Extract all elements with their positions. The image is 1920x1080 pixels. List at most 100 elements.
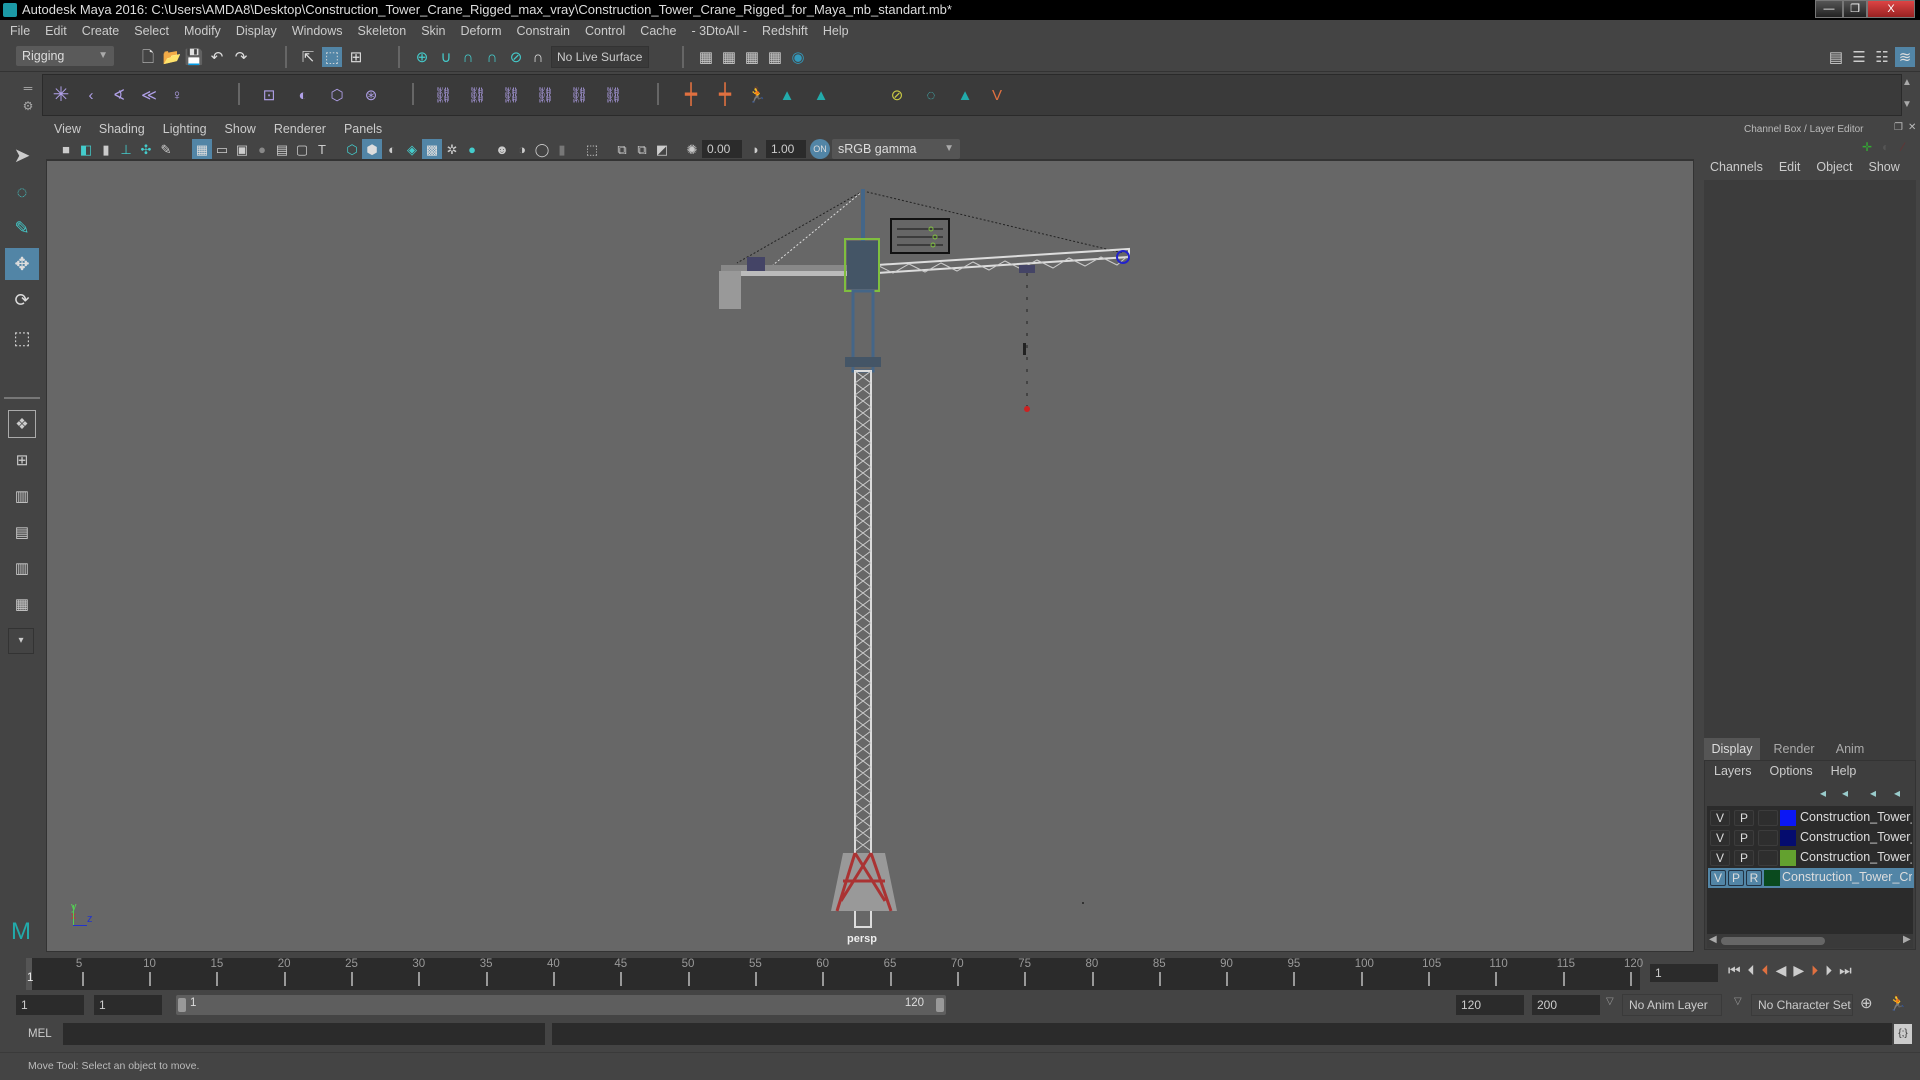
auto-key-icon[interactable]: ⊕ <box>1860 994 1873 1012</box>
layer-name[interactable]: Construction_Tower_C <box>1800 810 1912 824</box>
tab-anim[interactable]: Anim <box>1826 738 1874 760</box>
playback-toggle[interactable]: P <box>1734 850 1754 866</box>
mirror-joint-icon[interactable]: ∢ <box>109 85 129 105</box>
layer-color-swatch[interactable] <box>1764 870 1780 886</box>
layer-help-menu[interactable]: Help <box>1831 764 1857 778</box>
3dtoall-icon-3[interactable]: ▲ <box>955 85 975 105</box>
3dtoall-icon[interactable]: ▲ <box>777 85 797 105</box>
select-object-icon[interactable]: ⬚ <box>322 47 342 67</box>
time-slider[interactable]: 1 5 10 15 20 25 30 35 40 45 50 55 60 65 70 75 80 85 90 95 1… <box>26 958 1643 990</box>
layer-name[interactable]: Construction_Tower_Crane <box>1782 870 1912 884</box>
ik-handle-icon[interactable]: ≪ <box>139 85 159 105</box>
hyperbolic-icon[interactable]: ⁄ <box>1902 140 1904 154</box>
depth-of-field-icon[interactable]: ▮ <box>552 139 572 159</box>
layer-color-swatch[interactable] <box>1780 830 1796 846</box>
pole-vector-constraint-icon[interactable]: ⛓ <box>603 85 623 105</box>
go-to-start-icon[interactable]: ⏮ <box>1728 962 1741 979</box>
playback-toggle[interactable]: P <box>1728 870 1744 886</box>
persp-outliner-layout-icon[interactable]: ▥ <box>8 482 36 510</box>
shadows-icon[interactable]: ● <box>462 139 482 159</box>
safe-title-icon[interactable]: T <box>312 139 332 159</box>
new-layer-selected-icon[interactable]: ◂ <box>1894 786 1900 800</box>
bookmark-icon[interactable]: ▮ <box>96 139 116 159</box>
visibility-toggle[interactable]: V <box>1710 850 1730 866</box>
insert-joint-icon[interactable]: ‹ <box>81 85 101 105</box>
range-start-handle[interactable] <box>178 998 186 1012</box>
shelf-scroll-up-icon[interactable]: ▲ <box>1897 73 1917 93</box>
object-menu[interactable]: Object <box>1816 160 1852 174</box>
single-perspective-layout-icon[interactable]: ❖ <box>8 410 36 438</box>
visibility-toggle[interactable]: V <box>1710 870 1726 886</box>
menu-redshift[interactable]: Redshift <box>762 24 808 38</box>
view-transform-dropdown[interactable]: sRGB gamma ▼ <box>832 139 960 159</box>
menu-help[interactable]: Help <box>823 24 849 38</box>
scale-constraint-icon[interactable]: ⛓ <box>535 85 555 105</box>
hypershade-icon[interactable]: ◉ <box>788 47 808 67</box>
move-tool-icon[interactable]: ✥ <box>5 248 39 280</box>
undo-icon[interactable]: ↶ <box>207 47 227 67</box>
menu-edit[interactable]: Edit <box>45 24 67 38</box>
open-scene-icon[interactable]: 📂 <box>162 47 182 67</box>
menu-cache[interactable]: Cache <box>640 24 676 38</box>
snap-grid-icon[interactable]: ⊕ <box>412 47 432 67</box>
menu-create[interactable]: Create <box>82 24 120 38</box>
camera-attributes-icon[interactable]: ◧ <box>76 139 96 159</box>
resolution-gate-icon[interactable]: ▣ <box>232 139 252 159</box>
use-all-lights-icon[interactable]: ✲ <box>442 139 462 159</box>
menuset-dropdown[interactable]: Rigging ▼ <box>16 46 114 66</box>
menu-control[interactable]: Control <box>585 24 625 38</box>
paint-select-tool-icon[interactable]: ✎ <box>10 216 34 240</box>
step-forward-frame-icon[interactable]: ⏵ <box>1811 962 1818 979</box>
select-tool-icon[interactable]: ➤ <box>10 144 34 168</box>
anim-layer-dropdown-icon[interactable]: ▽ <box>1606 996 1614 1007</box>
display-type-toggle[interactable] <box>1758 830 1778 846</box>
select-hierarchy-icon[interactable]: ⇱ <box>298 47 318 67</box>
character-set-icon[interactable]: 🏃 <box>747 85 767 105</box>
humanik-icon[interactable]: ♀ <box>167 85 187 105</box>
layer-row[interactable]: V P Construction_Tower_C <box>1708 808 1914 828</box>
ipr-render-icon[interactable]: ▦ <box>742 47 762 67</box>
cluster-icon[interactable]: ⊛ <box>361 85 381 105</box>
field-chart-icon[interactable]: ▤ <box>272 139 292 159</box>
new-scene-icon[interactable]: 🗋 <box>138 47 158 67</box>
grease-pencil-icon[interactable]: ✎ <box>156 139 176 159</box>
layer-color-swatch[interactable] <box>1780 850 1796 866</box>
snap-curve-icon[interactable]: ∪ <box>436 47 456 67</box>
safe-action-icon[interactable]: ▢ <box>292 139 312 159</box>
float-panel-icon[interactable]: ❐ <box>1894 122 1903 133</box>
tab-display[interactable]: Display <box>1704 738 1760 760</box>
character-set-field[interactable]: No Character Set <box>1751 994 1853 1016</box>
panel-menu-view[interactable]: View <box>54 122 81 136</box>
paint-weights-icon[interactable]: ◐ <box>293 85 313 105</box>
visibility-toggle[interactable]: V <box>1710 830 1730 846</box>
panel-menu-show[interactable]: Show <box>225 122 256 136</box>
options-menu[interactable]: Options <box>1770 764 1813 778</box>
layer-row[interactable]: V P Construction_Tower_C <box>1708 828 1914 848</box>
character-set-dropdown-icon[interactable]: ▽ <box>1734 996 1742 1007</box>
layer-name[interactable]: Construction_Tower_C <box>1800 850 1912 864</box>
playback-start-field[interactable]: 1 <box>94 995 162 1015</box>
gate-mask-icon[interactable]: ● <box>252 139 272 159</box>
orient-constraint-icon[interactable]: ⛓ <box>501 85 521 105</box>
lattice-icon[interactable]: ⬡ <box>327 85 347 105</box>
bind-skin-icon[interactable]: ⊡ <box>259 85 279 105</box>
speed-icon[interactable]: ◐ <box>1882 140 1889 154</box>
menu-display[interactable]: Display <box>236 24 277 38</box>
panel-menu-panels[interactable]: Panels <box>344 122 382 136</box>
play-backward-icon[interactable]: ◀ <box>1776 962 1787 979</box>
step-forward-key-icon[interactable]: ⏵ <box>1825 962 1832 979</box>
lasso-tool-icon[interactable]: ◌ <box>10 180 34 204</box>
menu-file[interactable]: File <box>10 24 30 38</box>
step-back-key-icon[interactable]: ⏴ <box>1748 962 1755 979</box>
render-view-icon[interactable]: ▦ <box>696 47 716 67</box>
color-management-toggle-icon[interactable]: ON <box>810 139 830 159</box>
redo-icon[interactable]: ↷ <box>231 47 251 67</box>
restore-button[interactable]: ❐ <box>1843 0 1867 18</box>
command-input[interactable] <box>63 1023 545 1045</box>
playback-end-field[interactable]: 120 <box>1456 995 1524 1015</box>
isolate-select-icon[interactable]: ⬚ <box>582 139 602 159</box>
script-editor-icon[interactable]: {;} <box>1894 1024 1912 1044</box>
display-type-toggle[interactable] <box>1758 810 1778 826</box>
menu-3dtoall[interactable]: - 3DtoAll - <box>691 24 747 38</box>
wireframe-icon[interactable]: ⬡ <box>342 139 362 159</box>
